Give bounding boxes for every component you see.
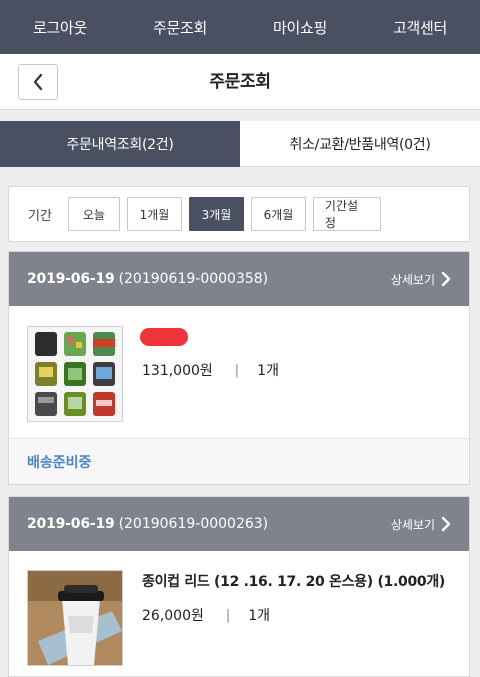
page-header: 주문조회 <box>0 54 480 110</box>
chevron-right-icon <box>441 516 451 532</box>
tab-cancel-return[interactable]: 취소/교환/반품내역(0건) <box>240 121 480 167</box>
product-price: 131,000원 <box>142 363 213 379</box>
detail-label: 상세보기 <box>390 517 435 532</box>
product-name-redacted <box>140 328 188 346</box>
order-header: 2019-06-19 (20190619-0000263) 상세보기 <box>9 497 469 551</box>
period-3month-button[interactable]: 3개월 <box>188 197 244 231</box>
price-row: 26,000원 | 1개 <box>142 605 270 625</box>
product-quantity: 1개 <box>248 608 271 624</box>
order-item: 종이컵 리드 (12 .16. 17. 20 온스용) (1.000개) 26,… <box>9 551 469 676</box>
order-card: 2019-06-19 (20190619-0000358) 상세보기 131,0… <box>8 251 470 485</box>
order-header: 2019-06-19 (20190619-0000358) 상세보기 <box>9 252 469 306</box>
nav-my-shopping[interactable]: 마이쇼핑 <box>240 0 360 54</box>
shipping-status: 배송준비중 <box>9 438 469 484</box>
order-number: (20190619-0000263) <box>118 516 269 532</box>
period-label: 기간 <box>28 208 52 224</box>
period-today-button[interactable]: 오늘 <box>67 197 120 231</box>
order-date: 2019-06-19 <box>27 271 115 287</box>
divider: | <box>225 607 231 623</box>
nav-logout[interactable]: 로그아웃 <box>0 0 120 54</box>
cup-lid-image <box>28 571 122 665</box>
price-row: 131,000원 | 1개 <box>142 360 279 380</box>
order-card: 2019-06-19 (20190619-0000263) 상세보기 종이컵 리… <box>8 496 470 677</box>
nav-order-lookup[interactable]: 주문조회 <box>120 0 240 54</box>
order-date: 2019-06-19 <box>27 516 115 532</box>
product-thumbnail[interactable] <box>27 570 123 666</box>
divider: | <box>234 362 240 378</box>
product-price: 26,000원 <box>142 608 204 624</box>
order-item: 131,000원 | 1개 <box>9 306 469 438</box>
top-nav: 로그아웃 주문조회 마이쇼핑 고객센터 <box>0 0 480 54</box>
chevron-right-icon <box>441 271 451 287</box>
detail-label: 상세보기 <box>390 272 435 287</box>
order-tabs: 주문내역조회(2건) 취소/교환/반품내역(0건) <box>0 121 480 167</box>
chevron-left-icon <box>33 73 43 91</box>
period-custom-button[interactable]: 기간설정 <box>312 197 381 231</box>
period-1month-button[interactable]: 1개월 <box>126 197 182 231</box>
back-button[interactable] <box>18 64 58 100</box>
period-6month-button[interactable]: 6개월 <box>250 197 306 231</box>
product-quantity: 1개 <box>257 363 279 379</box>
order-number: (20190619-0000358) <box>118 271 269 287</box>
order-detail-link[interactable]: 상세보기 <box>391 271 451 288</box>
order-detail-link[interactable]: 상세보기 <box>391 516 451 533</box>
period-filter: 기간 오늘 1개월 3개월 6개월 기간설정 <box>8 186 470 242</box>
page-title: 주문조회 <box>209 72 271 92</box>
nav-customer-center[interactable]: 고객센터 <box>360 0 480 54</box>
product-name[interactable]: 종이컵 리드 (12 .16. 17. 20 온스용) (1.000개) <box>142 571 445 591</box>
tab-order-history[interactable]: 주문내역조회(2건) <box>0 121 240 167</box>
paper-cups-image <box>28 327 122 421</box>
product-thumbnail[interactable] <box>27 326 123 422</box>
